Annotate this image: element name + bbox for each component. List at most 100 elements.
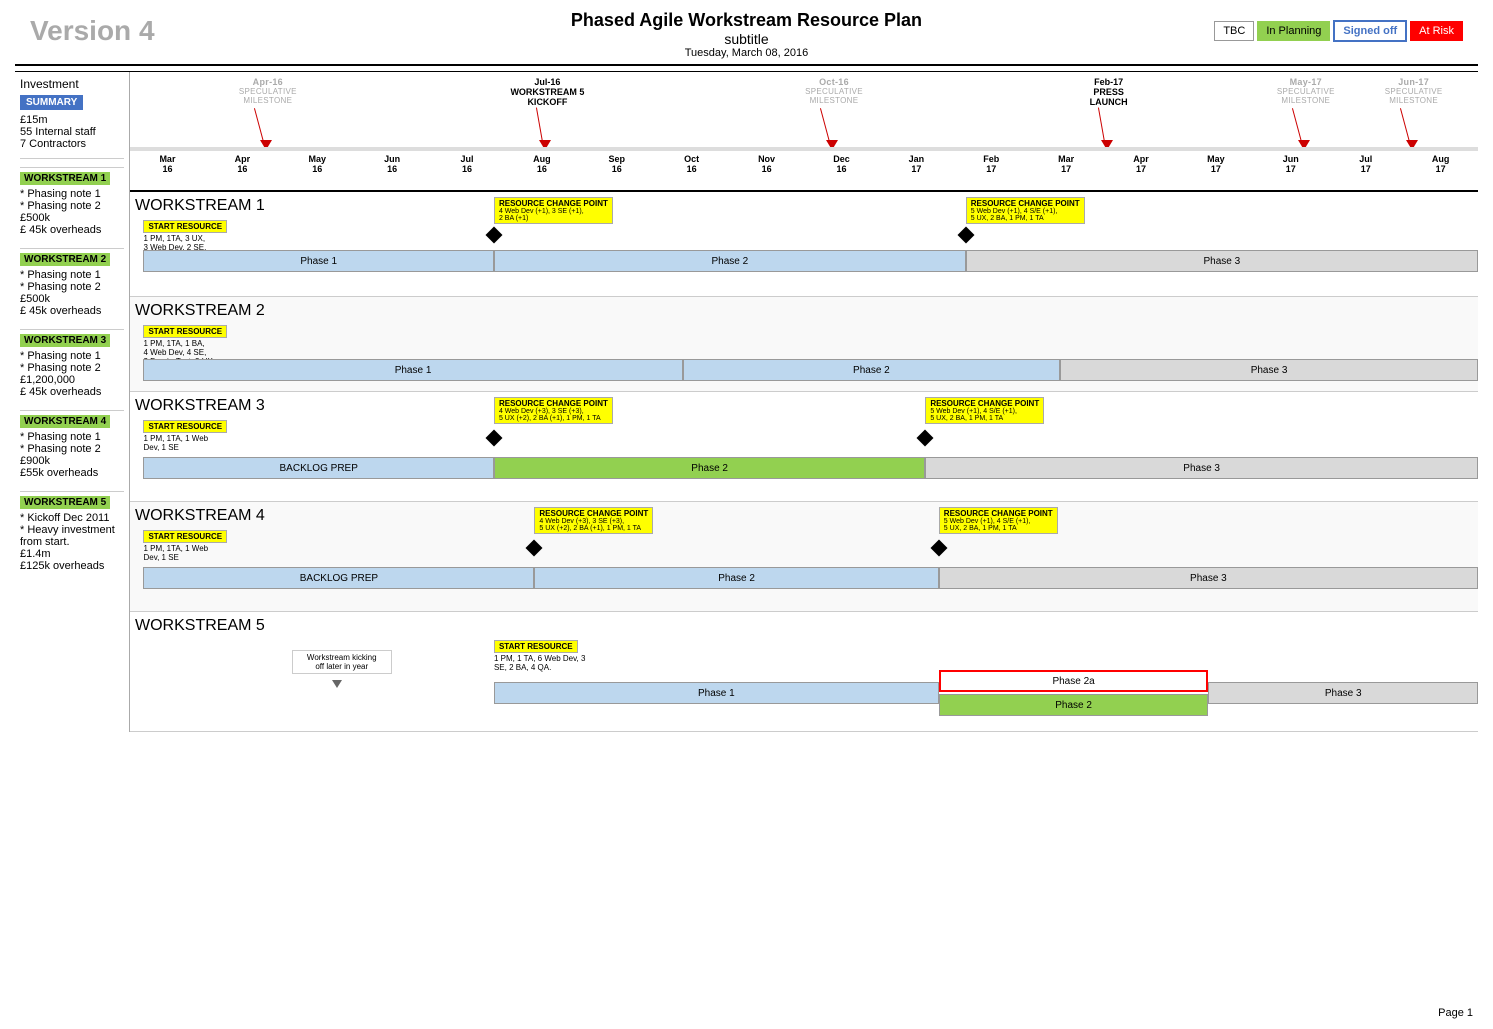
month-nov16: Nov16 (729, 154, 804, 174)
ws3-title: WORKSTREAM 3 (135, 397, 265, 415)
ws1-phase3-bar: Phase 3 (966, 250, 1478, 272)
ws4-cost1: £900k (20, 455, 124, 467)
ws4-start-resource: START RESOURCE (143, 530, 227, 543)
ws2-title: WORKSTREAM 2 (135, 302, 265, 320)
badge-tbc: TBC (1214, 21, 1254, 41)
ws2-label: WORKSTREAM 2 (20, 253, 110, 266)
sidebar-ws4: WORKSTREAM 4 * Phasing note 1 * Phasing … (20, 410, 124, 483)
ws4-label: WORKSTREAM 4 (20, 415, 110, 428)
investment-staff: 55 Internal staff (20, 126, 124, 138)
ws1-rcp1: RESOURCE CHANGE POINT 4 Web Dev (+1), 3 … (494, 197, 613, 224)
ws1-note2: * Phasing note 2 (20, 200, 124, 212)
ws1-phase2-bar: Phase 2 (494, 250, 966, 272)
sidebar-ws2: WORKSTREAM 2 * Phasing note 1 * Phasing … (20, 248, 124, 321)
ws3-note2: * Phasing note 2 (20, 362, 124, 374)
ws4-cost2: £55k overheads (20, 467, 124, 479)
ws3-cost1: £1,200,000 (20, 374, 124, 386)
timeline-area: Apr-16 SPECULATIVE MILESTONE Jul-16 WORK… (130, 72, 1478, 732)
header: Version 4 Phased Agile Workstream Resour… (15, 10, 1478, 59)
ws4-diamond2 (930, 540, 947, 557)
page: Version 4 Phased Agile Workstream Resour… (0, 0, 1493, 1029)
milestone-line-jul16 (536, 107, 543, 142)
investment-label: Investment (20, 77, 124, 91)
ws4-diamond1 (526, 540, 543, 557)
month-mar16: Mar16 (130, 154, 205, 174)
month-may17: May17 (1178, 154, 1253, 174)
month-apr16: Apr16 (205, 154, 280, 174)
ws2-phase2-bar: Phase 2 (683, 359, 1060, 381)
ws4-title: WORKSTREAM 4 (135, 507, 265, 525)
ws2-row: WORKSTREAM 2 START RESOURCE 1 PM, 1TA, 1… (130, 297, 1478, 392)
ws5-phase1-bar: Phase 1 (494, 682, 939, 704)
badge-at-risk: At Risk (1410, 21, 1463, 41)
milestone-line-jun17 (1400, 108, 1410, 142)
month-sep16: Sep16 (579, 154, 654, 174)
milestone-line-feb17 (1098, 107, 1105, 142)
month-oct16: Oct16 (654, 154, 729, 174)
ws4-phase3-bar: Phase 3 (939, 567, 1478, 589)
milestone-may17: May-17 SPECULATIVE MILESTONE (1276, 77, 1336, 105)
ws4-row: WORKSTREAM 4 START RESOURCE 1 PM, 1TA, 1… (130, 502, 1478, 612)
ws1-cost1: £500k (20, 212, 124, 224)
ws5-start-resource: START RESOURCE (494, 640, 578, 653)
ws3-resources: 1 PM, 1TA, 1 WebDev, 1 SE (143, 434, 208, 452)
ws2-cost2: £ 45k overheads (20, 305, 124, 317)
month-may16: May16 (280, 154, 355, 174)
month-mar17: Mar17 (1029, 154, 1104, 174)
ws5-note1: * Kickoff Dec 2011 (20, 512, 124, 524)
ws2-phase1-bar: Phase 1 (143, 359, 682, 381)
ws1-cost2: £ 45k overheads (20, 224, 124, 236)
ws1-row: WORKSTREAM 1 START RESOURCE 1 PM, 1TA, 3… (130, 192, 1478, 297)
ws5-note-box: Workstream kickingoff later in year (292, 650, 392, 674)
sidebar-ws1: WORKSTREAM 1 * Phasing note 1 * Phasing … (20, 167, 124, 240)
month-jul17: Jul17 (1328, 154, 1403, 174)
ws3-start-resource: START RESOURCE (143, 420, 227, 433)
milestone-jun17: Jun-17 SPECULATIVE MILESTONE (1384, 77, 1444, 105)
ws5-note-arrow (332, 680, 342, 688)
ws5-title: WORKSTREAM 5 (135, 617, 265, 635)
ws5-resources: 1 PM, 1 TA, 6 Web Dev, 3SE, 2 BA, 4 QA. (494, 654, 585, 672)
month-jun16: Jun16 (355, 154, 430, 174)
months-row: Mar16 Apr16 May16 Jun16 Jul16 Aug16 Sep1… (130, 154, 1478, 174)
ws1-rcp2: RESOURCE CHANGE POINT 5 Web Dev (+1), 4 … (966, 197, 1085, 224)
ws4-note1: * Phasing note 1 (20, 431, 124, 443)
ws3-phase3-bar: Phase 3 (925, 457, 1478, 479)
ws3-row: WORKSTREAM 3 START RESOURCE 1 PM, 1TA, 1… (130, 392, 1478, 502)
ws5-note2: * Heavy investment from start. (20, 524, 124, 548)
ws1-note1: * Phasing note 1 (20, 188, 124, 200)
ws2-cost1: £500k (20, 293, 124, 305)
ws2-note2: * Phasing note 2 (20, 281, 124, 293)
summary-button[interactable]: SUMMARY (20, 95, 83, 110)
timeline-bar (130, 147, 1478, 151)
month-apr17: Apr17 (1104, 154, 1179, 174)
header-divider (15, 64, 1478, 66)
ws4-rcp1: RESOURCE CHANGE POINT 4 Web Dev (+3), 3 … (534, 507, 653, 534)
ws5-phase2a-bar: Phase 2a (939, 670, 1209, 692)
ws3-phase2-bar: Phase 2 (494, 457, 925, 479)
sidebar: Investment SUMMARY £15m 55 Internal staf… (15, 72, 130, 732)
page-number: Page 1 (1438, 1007, 1473, 1019)
ws3-rcp2: RESOURCE CHANGE POINT 5 Web Dev (+1), 4 … (925, 397, 1044, 424)
milestone-line-apr16 (254, 108, 264, 142)
milestone-line-may17 (1292, 108, 1302, 142)
ws3-rcp1: RESOURCE CHANGE POINT 4 Web Dev (+3), 3 … (494, 397, 613, 424)
version-label: Version 4 (30, 15, 155, 47)
month-dec16: Dec16 (804, 154, 879, 174)
ws1-phase1-bar: Phase 1 (143, 250, 493, 272)
ws5-phase2-bar: Phase 2 (939, 694, 1209, 716)
badge-planning: In Planning (1257, 21, 1330, 41)
ws3-note1: * Phasing note 1 (20, 350, 124, 362)
ws3-cost2: £ 45k overheads (20, 386, 124, 398)
ws4-backlog-bar: BACKLOG PREP (143, 567, 534, 589)
ws5-cost2: £125k overheads (20, 560, 124, 572)
month-jan17: Jan17 (879, 154, 954, 174)
investment-contractors: 7 Contractors (20, 138, 124, 150)
sidebar-ws5: WORKSTREAM 5 * Kickoff Dec 2011 * Heavy … (20, 491, 124, 576)
milestone-feb17: Feb-17 PRESS LAUNCH (1074, 77, 1144, 107)
milestone-jul16: Jul-16 WORKSTREAM 5 KICKOFF (507, 77, 587, 107)
status-badges: TBC In Planning Signed off At Risk (1214, 20, 1463, 42)
timeline-header: Apr-16 SPECULATIVE MILESTONE Jul-16 WORK… (130, 72, 1478, 192)
badge-signed-off: Signed off (1333, 20, 1407, 42)
ws5-label: WORKSTREAM 5 (20, 496, 110, 509)
main-content: Investment SUMMARY £15m 55 Internal staf… (15, 71, 1478, 732)
